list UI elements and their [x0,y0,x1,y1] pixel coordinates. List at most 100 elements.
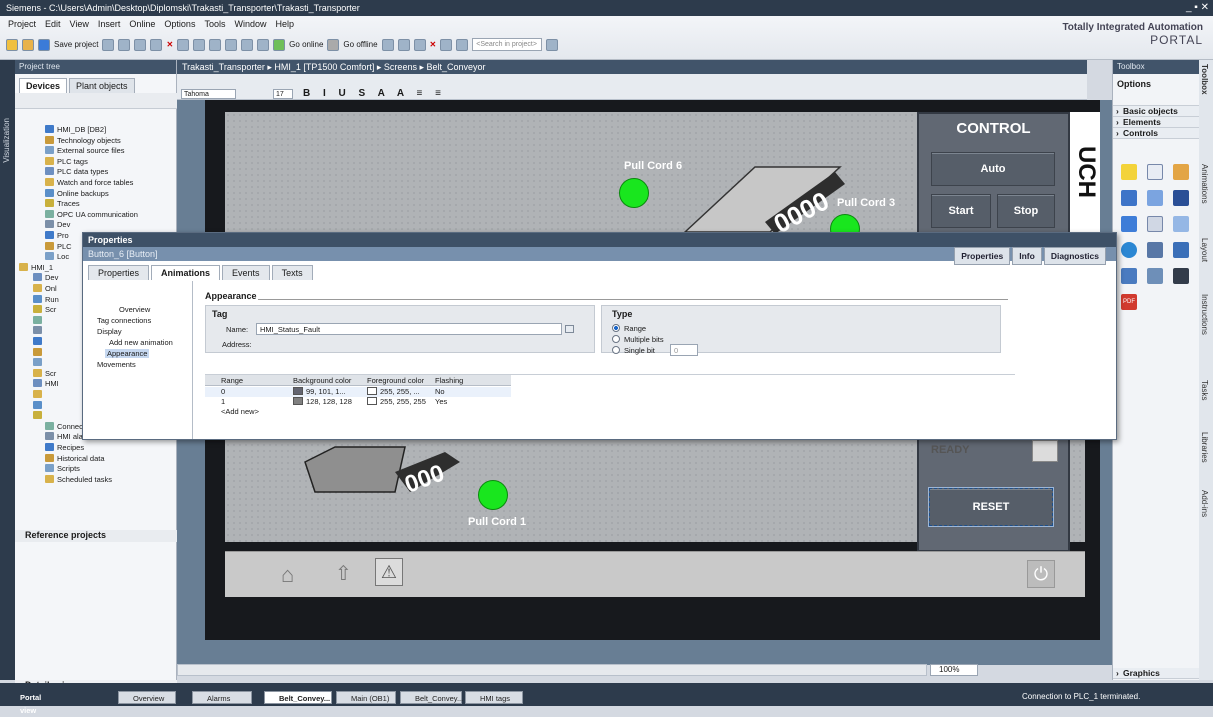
browser-icon[interactable] [1121,190,1137,206]
tree-item[interactable]: PLC [45,241,72,252]
addins-tab[interactable]: Add-ins [1200,490,1209,517]
inspector-properties-tab[interactable]: Properties [954,247,1011,265]
cell-foreground-color[interactable]: 255, 255, 255 [367,397,426,406]
stop-button[interactable]: Stop [997,194,1055,228]
table-row[interactable]: 0 99, 101, 1... 255, 255, ... No [205,387,511,397]
cell-flashing[interactable]: Yes [435,397,447,406]
tree-item[interactable]: Dev [33,272,58,283]
cut-icon[interactable] [118,38,131,51]
tree-item[interactable]: Dev [45,219,70,230]
nav-display[interactable]: Display [97,327,122,336]
plc-code-view-icon[interactable] [1173,242,1189,258]
tree-item[interactable]: Onl [33,283,57,294]
project-search-input[interactable]: <Search in project> [472,38,543,51]
task-hmi-tags[interactable]: HMI tags [465,691,523,704]
camera-control-icon[interactable] [1173,268,1189,284]
delete-icon[interactable]: ✕ [166,40,173,49]
tree-item[interactable]: Run [33,294,59,305]
tree-item[interactable] [33,400,45,411]
instructions-tab[interactable]: Instructions [1200,294,1209,335]
bold-italic-underline-icons[interactable]: B I U S A A ≡ ≡ [303,88,446,99]
controls-section[interactable]: Controls [1113,128,1199,139]
power-icon[interactable]: ⏻ [1027,560,1055,588]
layout-tab[interactable]: Layout [1200,238,1209,262]
trend-view-icon[interactable] [1147,164,1163,180]
tree-item[interactable]: Scripts [45,463,80,474]
recipe-view-icon[interactable] [1147,190,1163,206]
pdf-view-icon[interactable]: PDF [1121,294,1137,310]
tree-item[interactable]: PLC tags [45,156,88,167]
tree-item[interactable] [33,336,45,347]
font-family-select[interactable]: Tahoma [181,89,236,99]
window-controls[interactable]: _ ▪ ✕ [1186,0,1209,16]
tab-animations[interactable]: Animations [151,265,221,280]
auto-button[interactable]: Auto [931,152,1055,186]
tree-item[interactable]: HMI_1 [19,262,53,273]
type-single-bit-radio[interactable]: Single bit [612,346,655,355]
tree-item[interactable]: Scr [33,304,56,315]
inspector-info-tab[interactable]: Info [1012,247,1042,265]
tab-events[interactable]: Events [222,265,270,280]
cell-background-color[interactable]: 128, 128, 128 [293,397,352,406]
menu-help[interactable]: Help [275,19,294,29]
menu-view[interactable]: View [70,19,89,29]
sysdiag-view-icon[interactable] [1173,216,1189,232]
reference-projects-header[interactable]: Reference projects [15,530,177,542]
go-offline-icon[interactable] [327,38,340,51]
task-alarms[interactable]: Alarms [192,691,252,704]
camera-icon[interactable] [1147,242,1163,258]
redo-icon[interactable] [193,38,206,51]
tree-item[interactable]: Loc [45,251,69,262]
tree-item[interactable]: HMI [33,378,59,389]
upload-icon[interactable] [241,38,254,51]
tab-plant-objects[interactable]: Plant objects [69,78,135,93]
tab-devices[interactable]: Devices [19,78,68,93]
graphics-section[interactable]: Graphics [1113,668,1199,679]
compile-icon[interactable] [209,38,222,51]
pull-cord-1-indicator[interactable] [478,480,508,510]
animations-tab[interactable]: Animations [1200,164,1209,204]
menu-project[interactable]: Project [8,19,36,29]
toolbox-tab[interactable]: Toolbox [1200,64,1209,95]
col-foreground-color[interactable]: Foreground color [367,376,424,385]
nav-movements[interactable]: Movements [97,360,136,369]
tree-item[interactable] [33,347,45,358]
tree-item[interactable]: OPC UA communication [45,209,138,220]
accessible-devices-icon[interactable] [381,38,394,51]
alarm-view-icon[interactable] [1121,164,1137,180]
task-main-ob1[interactable]: Main (OB1) [336,691,396,704]
split-vertical-icon[interactable] [456,38,469,51]
task-belt-conveyor[interactable]: Belt_Convey... [264,691,332,704]
download-icon[interactable] [225,38,238,51]
close-editor-icon[interactable]: ✕ [430,40,437,49]
search-icon[interactable] [546,38,559,51]
print-icon[interactable] [102,38,115,51]
ftp-icon[interactable] [1147,268,1163,284]
tab-properties[interactable]: Properties [88,265,150,280]
tag-name-input[interactable]: HMI_Status_Fault [256,323,562,335]
tree-item[interactable]: Recipes [45,442,84,453]
home-icon[interactable]: ⌂ [281,564,294,586]
reset-button[interactable]: RESET [928,487,1054,527]
simulate-icon[interactable] [257,38,270,51]
undo-icon[interactable] [177,38,190,51]
visualization-tab[interactable]: Visualization [2,118,11,163]
go-online-button[interactable]: Go online [289,40,323,49]
split-horizontal-icon[interactable] [440,38,453,51]
tree-item[interactable] [33,410,45,421]
copy-icon[interactable] [134,38,147,51]
portal-view-button[interactable]: Portal view [6,691,58,715]
libraries-tab[interactable]: Libraries [1200,432,1209,463]
save-project-button[interactable]: Save project [54,40,98,49]
tree-item[interactable]: Traces [45,198,80,209]
fnt-icon[interactable] [1147,216,1163,232]
tag-browse-icon[interactable] [565,325,574,333]
go-offline-button[interactable]: Go offline [343,40,377,49]
basic-objects-section[interactable]: Basic objects [1113,106,1199,117]
tree-item[interactable]: HMI_DB [DB2] [45,124,106,135]
single-bit-input[interactable]: 0 [670,344,698,356]
nav-add-new-animation[interactable]: Add new animation [109,338,173,347]
graphics-icon[interactable] [1121,268,1137,284]
media-player-icon[interactable] [1121,242,1137,258]
tree-item[interactable]: Technology objects [45,135,121,146]
